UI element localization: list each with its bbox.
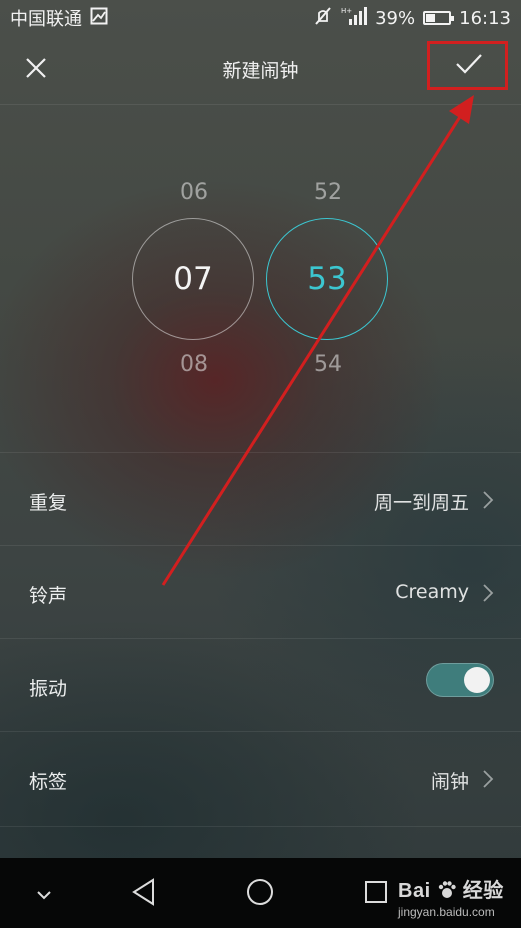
- status-bar: 中国联通 H+ 39% 16:13: [0, 0, 521, 36]
- watermark-brand: Bai 经验: [398, 874, 504, 903]
- repeat-row[interactable]: 重复 周一到周五: [0, 452, 521, 545]
- list-divider: [0, 826, 521, 827]
- hour-selected[interactable]: 07: [132, 218, 254, 340]
- hour-prev[interactable]: 06: [132, 180, 256, 205]
- time-picker: 06 07 08 52 53 54: [0, 104, 521, 452]
- baidu-watermark: Bai 经验 jingyan.baidu.com: [398, 874, 504, 919]
- minute-selected[interactable]: 53: [266, 218, 388, 340]
- paw-icon: [431, 880, 463, 902]
- home-icon: [246, 878, 274, 910]
- home-button[interactable]: [240, 878, 280, 910]
- ringtone-label: 铃声: [29, 585, 68, 607]
- back-button[interactable]: [124, 878, 164, 910]
- chevron-right-icon: [481, 582, 495, 604]
- vibrate-row: 振动: [0, 638, 521, 731]
- nav-bar: Bai 经验 jingyan.baidu.com: [0, 858, 521, 928]
- repeat-value: 周一到周五: [373, 492, 469, 514]
- check-icon: [455, 53, 483, 79]
- tag-row[interactable]: 标签 闹钟: [0, 731, 521, 824]
- chevron-right-icon: [481, 768, 495, 790]
- carrier-name: 中国联通: [10, 9, 82, 30]
- battery-fill: [426, 14, 436, 22]
- minute-prev[interactable]: 52: [266, 180, 390, 205]
- vibrate-toggle[interactable]: [426, 663, 494, 697]
- title-bar: 新建闹钟: [0, 36, 521, 105]
- mute-icon: [313, 6, 333, 31]
- recents-icon: [364, 880, 388, 908]
- battery-percent: 39%: [375, 7, 416, 29]
- watermark-brand-suffix: 经验: [462, 880, 504, 902]
- chevron-right-icon: [481, 489, 495, 511]
- recents-button[interactable]: [356, 878, 396, 910]
- chevron-down-icon: [36, 885, 52, 904]
- status-right: H+ 39% 16:13: [313, 6, 511, 31]
- back-icon: [131, 878, 157, 910]
- minute-next[interactable]: 54: [266, 352, 390, 377]
- status-left: 中国联通: [10, 5, 108, 31]
- hide-nav-button[interactable]: [24, 878, 64, 910]
- image-icon: [90, 7, 108, 30]
- ringtone-row[interactable]: 铃声 Creamy: [0, 545, 521, 638]
- watermark-url: jingyan.baidu.com: [398, 905, 495, 919]
- watermark-brand-prefix: Bai: [398, 880, 431, 902]
- status-time: 16:13: [459, 7, 511, 29]
- battery-icon: [423, 11, 455, 25]
- vibrate-label: 振动: [29, 678, 68, 700]
- ringtone-value: Creamy: [395, 581, 469, 603]
- toggle-knob: [464, 667, 490, 693]
- tag-value: 闹钟: [430, 771, 469, 793]
- tag-label: 标签: [29, 771, 68, 793]
- svg-text:H+: H+: [341, 7, 352, 15]
- alarm-edit-screen: 中国联通 H+ 39% 16:13 新建闹钟 06 07 08 52 53 54…: [0, 0, 521, 928]
- repeat-label: 重复: [29, 492, 68, 514]
- signal-icon: H+: [341, 6, 368, 31]
- settings-list: 重复 周一到周五 铃声 Creamy 振动 标签 闹钟: [0, 452, 521, 824]
- hour-next[interactable]: 08: [132, 352, 256, 377]
- confirm-button[interactable]: [427, 41, 510, 91]
